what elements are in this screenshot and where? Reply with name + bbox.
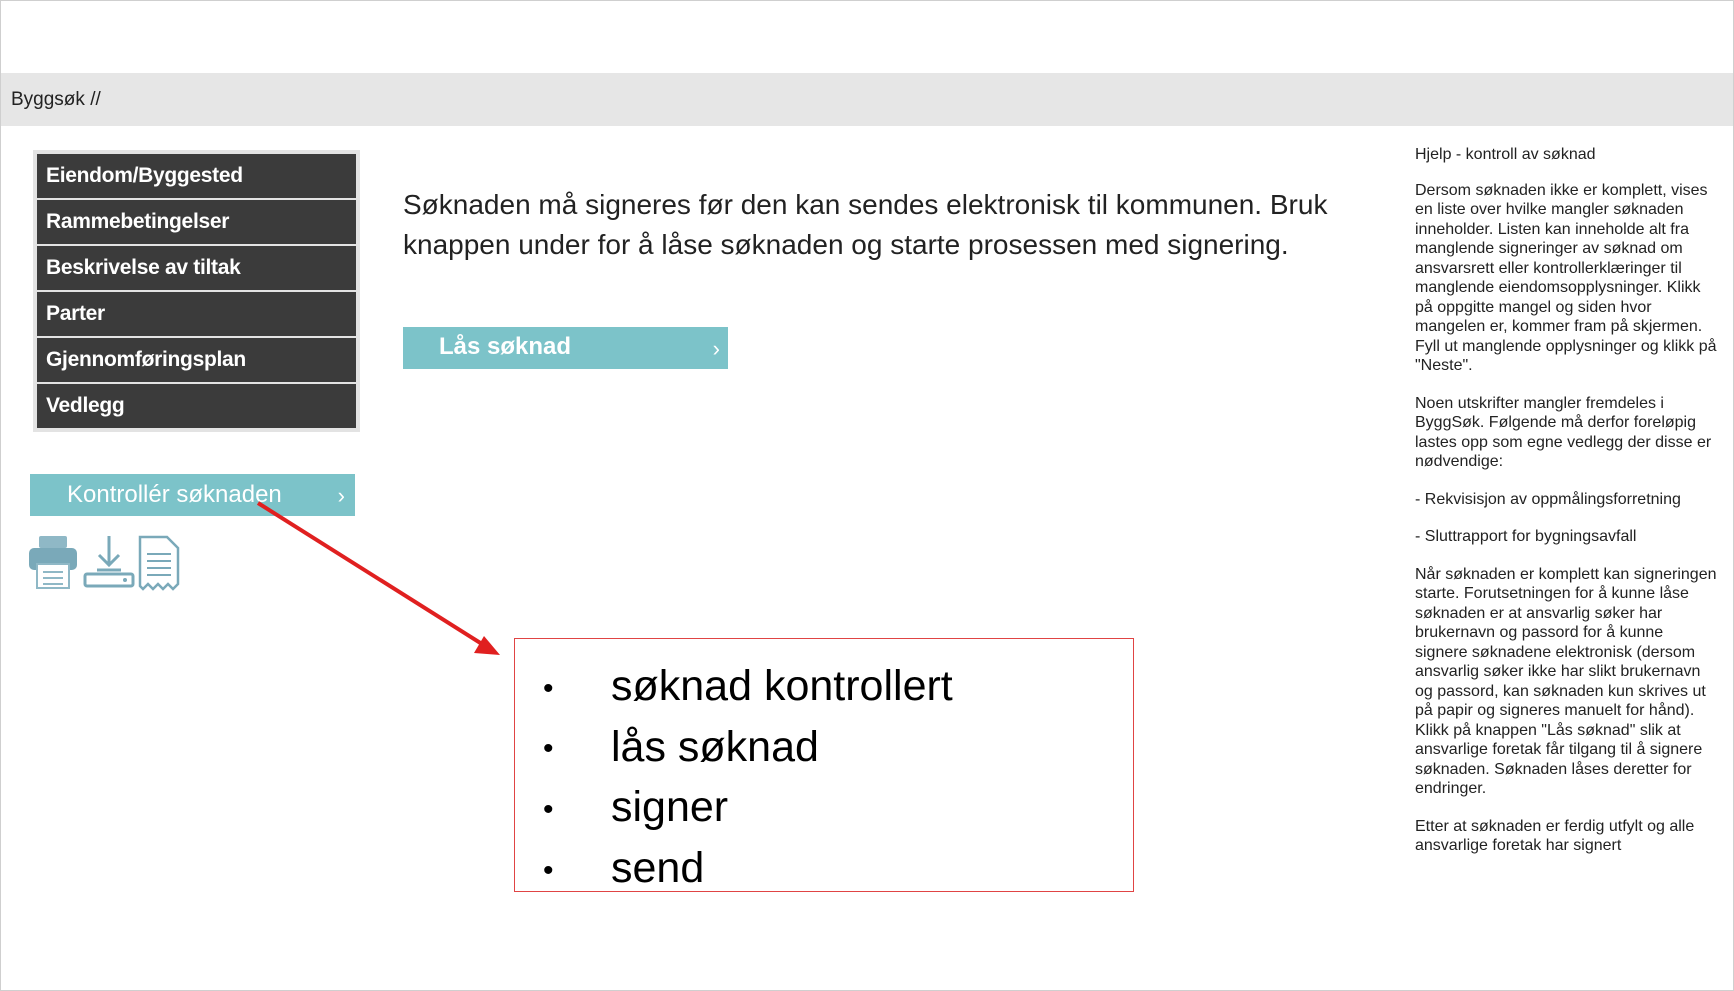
sidebar-nav: Eiendom/Byggested Rammebetingelser Beskr… [33,150,360,432]
header-bar: Byggsøk // [1,73,1733,126]
help-paragraph: Etter at søknaden er ferdig utfylt og al… [1415,817,1695,855]
help-paragraph: Noen utskrifter mangler fremdeles i Bygg… [1415,394,1712,471]
lock-application-button[interactable]: Lås søknad › [403,327,728,369]
sidebar-item-vedlegg[interactable]: Vedlegg [37,384,356,428]
download-icon[interactable] [83,534,135,590]
check-application-label: Kontrollér søknaden [67,481,282,508]
annotation-item: • signer [543,783,729,832]
help-title: Hjelp - kontroll av søknad [1415,146,1596,163]
print-icon[interactable] [27,534,79,590]
breadcrumb[interactable]: Byggsøk // [11,89,101,111]
help-paragraph: Når søknaden er komplett kan signeringen… [1415,565,1717,798]
sidebar-item-eiendom[interactable]: Eiendom/Byggested [37,154,356,198]
annotation-box: • søknad kontrollert • lås søknad • signer … [514,638,1134,892]
check-application-button[interactable]: Kontrollér søknaden › [30,474,355,516]
annotation-item: • lås søknad [543,722,819,771]
chevron-right-icon: › [337,483,345,508]
help-paragraph: Dersom søknaden ikke er komplett, vises … [1415,181,1717,375]
annotation-item: • send [543,843,705,892]
sidebar-item-parter[interactable]: Parter [37,292,356,336]
help-paragraph: - Rekvisisjon av oppmålingsforretning [1415,490,1681,508]
help-paragraph: - Sluttrapport for bygningsavfall [1415,528,1637,545]
lock-application-label: Lås søknad [439,333,572,360]
chevron-right-icon: › [712,336,720,361]
annotation-item: • søknad kontrollert [543,662,953,710]
document-icon[interactable] [137,534,181,592]
help-panel: Hjelp - kontroll av søknad Dersom søknad… [1405,145,1734,950]
sidebar-item-gjennomforingsplan[interactable]: Gjennomføringsplan [37,338,356,382]
signing-message: Søknaden må signeres før den kan sendes … [403,189,1328,260]
sidebar-item-rammebetingelser[interactable]: Rammebetingelser [37,200,356,244]
sidebar-item-beskrivelse[interactable]: Beskrivelse av tiltak [37,246,356,290]
